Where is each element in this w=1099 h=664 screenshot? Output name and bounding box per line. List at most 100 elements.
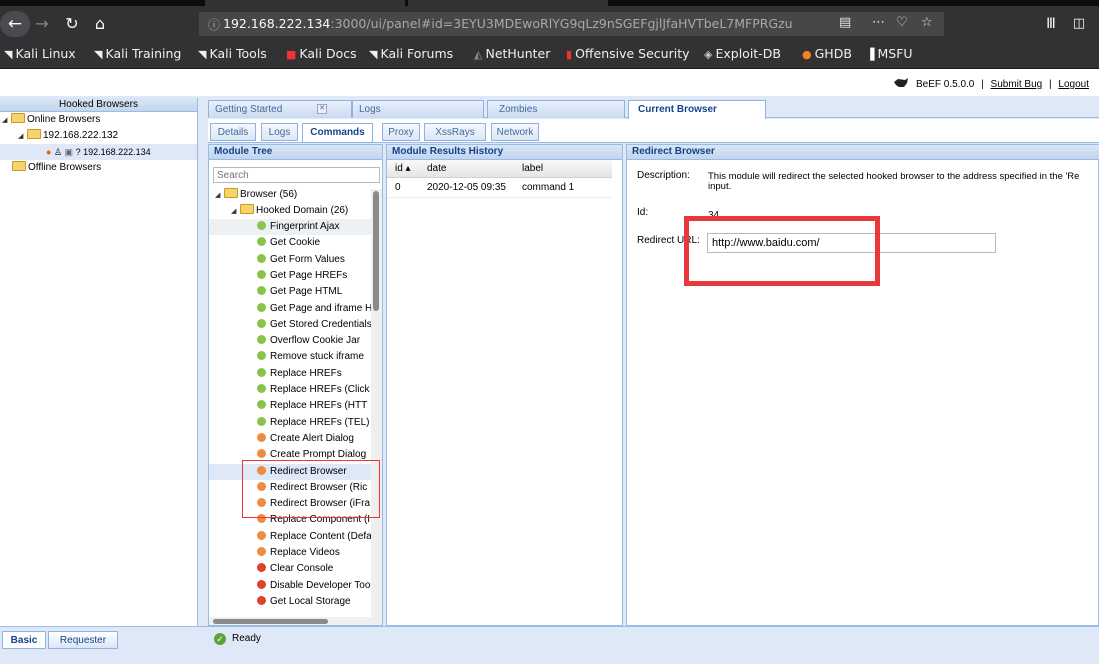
search-input[interactable] (213, 167, 380, 183)
hooked-domain-node[interactable]: ◢ Hooked Domain (26) (231, 203, 348, 219)
expand-triangle-icon[interactable]: ◢ (215, 188, 224, 203)
tab-logs[interactable]: Logs (352, 100, 484, 118)
separator: | (1049, 79, 1052, 90)
module-item-label: Clear Console (270, 563, 334, 575)
tab-commands[interactable]: Commands (302, 123, 373, 143)
library-icon[interactable]: Ⅲ (1040, 14, 1062, 34)
reload-icon[interactable]: ↻ (61, 14, 83, 34)
module-item[interactable]: Replace HREFs (TEL) (209, 415, 371, 431)
sidebar-icon[interactable]: ◫ (1068, 14, 1090, 34)
tab-requester[interactable]: Requester (48, 631, 118, 649)
scroll-thumb[interactable] (373, 191, 379, 311)
bookmark-kali-linux[interactable]: ◥ Kali Linux (4, 46, 76, 61)
scroll-thumb[interactable] (213, 619, 328, 624)
module-item[interactable]: Get Page HREFs (209, 268, 371, 284)
module-item[interactable]: Clear Console (209, 561, 371, 577)
status-dot-icon (257, 449, 266, 459)
pocket-icon[interactable]: ♡ (896, 15, 908, 30)
tab-zombies[interactable]: Zombies (487, 100, 625, 118)
module-item-label: Redirect Browser (Ric (270, 481, 368, 493)
module-item[interactable]: Create Prompt Dialog (209, 447, 371, 463)
status-dot-icon (257, 367, 266, 377)
module-item[interactable]: Replace HREFs (Click (209, 382, 371, 398)
module-item[interactable]: Replace HREFs (209, 366, 371, 382)
module-item[interactable]: Replace Component (I (209, 512, 371, 528)
bookmark-kali-training[interactable]: ◥ Kali Training (94, 46, 181, 61)
sub-tabs: Details Logs Commands Proxy XssRays Netw… (208, 119, 1099, 143)
module-item[interactable]: Get Local Storage (209, 594, 371, 610)
tab-logs-sub[interactable]: Logs (261, 123, 298, 141)
bookmark-exploit-db[interactable]: ◈ Exploit-DB (704, 46, 781, 61)
col-date[interactable]: date (427, 160, 446, 178)
online-browsers-node[interactable]: ◢ Online Browsers (2, 112, 100, 128)
forward-arrow-icon[interactable]: → (31, 14, 53, 34)
bookmark-kali-docs[interactable]: ■ Kali Docs (286, 46, 357, 61)
module-item[interactable]: Redirect Browser (209, 463, 371, 480)
col-id[interactable]: id ▴ (395, 160, 411, 178)
tab-network[interactable]: Network (491, 123, 539, 141)
module-item-label: Replace HREFs (Click (270, 384, 370, 395)
bookmark-offensive-security[interactable]: ▮ Offensive Security (566, 46, 690, 61)
logout-link[interactable]: Logout (1058, 79, 1089, 90)
module-item-label: Redirect Browser (270, 465, 347, 477)
module-item-label: Get Stored Credentials (270, 318, 371, 330)
module-item[interactable]: Disable Developer Too (209, 578, 371, 594)
row-id: 0 (395, 182, 401, 193)
submit-bug-link[interactable]: Submit Bug (991, 79, 1043, 90)
module-item[interactable]: Fingerprint Ajax (209, 219, 371, 235)
vertical-scrollbar[interactable] (371, 189, 382, 625)
module-item-label: Replace Component (I (270, 514, 371, 526)
module-item[interactable]: Remove stuck iframe (209, 349, 371, 365)
module-item[interactable]: Replace Content (Defa (209, 529, 371, 545)
url-bar[interactable]: ⓘ 192.168.222.134:3000/ui/panel#id=3EYU3… (199, 12, 944, 36)
row-label: command 1 (522, 182, 575, 193)
folder-icon (27, 129, 41, 139)
expand-triangle-icon[interactable]: ◢ (231, 204, 240, 219)
tab-getting-started[interactable]: Getting Started ✕ (208, 100, 352, 118)
expand-triangle-icon[interactable]: ◢ (18, 129, 27, 145)
module-item[interactable]: Get Form Values (209, 252, 371, 268)
expand-triangle-icon[interactable]: ◢ (2, 113, 11, 129)
module-item[interactable]: Get Page and iframe H (209, 301, 371, 317)
module-item[interactable]: Get Page HTML (209, 284, 371, 300)
host-node[interactable]: ◢ 192.168.222.132 (18, 128, 118, 144)
nethunter-icon: ◭ (474, 48, 483, 61)
table-row[interactable]: 0 2020-12-05 09:35 command 1 (387, 180, 612, 198)
tab-proxy[interactable]: Proxy (382, 123, 420, 141)
tab-details[interactable]: Details (210, 123, 256, 141)
module-item-label: Get Local Storage (270, 595, 351, 607)
module-item[interactable]: Create Alert Dialog (209, 431, 371, 447)
col-label[interactable]: label (522, 160, 543, 178)
module-item[interactable]: Redirect Browser (Ric (209, 480, 371, 496)
module-item[interactable]: Redirect Browser (iFra (209, 496, 371, 512)
bookmark-msfu[interactable]: ▐ MSFU (866, 46, 913, 61)
reader-view-icon[interactable]: ▤ (839, 15, 851, 30)
module-item-label: Create Alert Dialog (270, 432, 354, 444)
tab-basic[interactable]: Basic (2, 631, 46, 649)
hooked-browser-node[interactable]: ● ♙ ▣ ? 192.168.222.134 (0, 144, 197, 160)
info-icon[interactable]: ⓘ (208, 16, 220, 33)
bookmark-kali-tools[interactable]: ◥ Kali Tools (198, 46, 267, 61)
module-item-label: Get Page HTML (270, 286, 343, 298)
close-icon[interactable]: ✕ (317, 104, 327, 114)
module-item[interactable]: Replace Videos (209, 545, 371, 561)
horizontal-scrollbar[interactable] (209, 617, 371, 625)
bookmark-star-icon[interactable]: ☆ (921, 15, 933, 30)
module-item[interactable]: Get Cookie (209, 235, 371, 251)
linux-icon: ♙ (53, 147, 63, 157)
browser-category-node[interactable]: ◢ Browser (56) (215, 187, 297, 203)
module-item[interactable]: Overflow Cookie Jar (209, 333, 371, 349)
back-arrow-icon[interactable]: ← (0, 11, 30, 37)
redirect-url-input[interactable] (707, 233, 996, 253)
module-item[interactable]: Replace HREFs (HTT (209, 398, 371, 414)
bookmark-nethunter[interactable]: ◭ NetHunter (474, 46, 550, 61)
bookmark-ghdb[interactable]: ● GHDB (802, 46, 852, 61)
tab-current-browser[interactable]: Current Browser (628, 100, 766, 119)
module-item[interactable]: Get Stored Credentials (209, 317, 371, 333)
offline-browsers-node[interactable]: Offline Browsers (12, 160, 101, 176)
page-actions-icon[interactable]: ⋯ (872, 15, 885, 30)
tab-xssrays[interactable]: XssRays (424, 123, 486, 141)
home-icon[interactable]: ⌂ (89, 14, 111, 34)
bookmark-kali-forums[interactable]: ◥ Kali Forums (369, 46, 453, 61)
module-details-panel: Redirect Browser Description: This modul… (626, 144, 1099, 626)
